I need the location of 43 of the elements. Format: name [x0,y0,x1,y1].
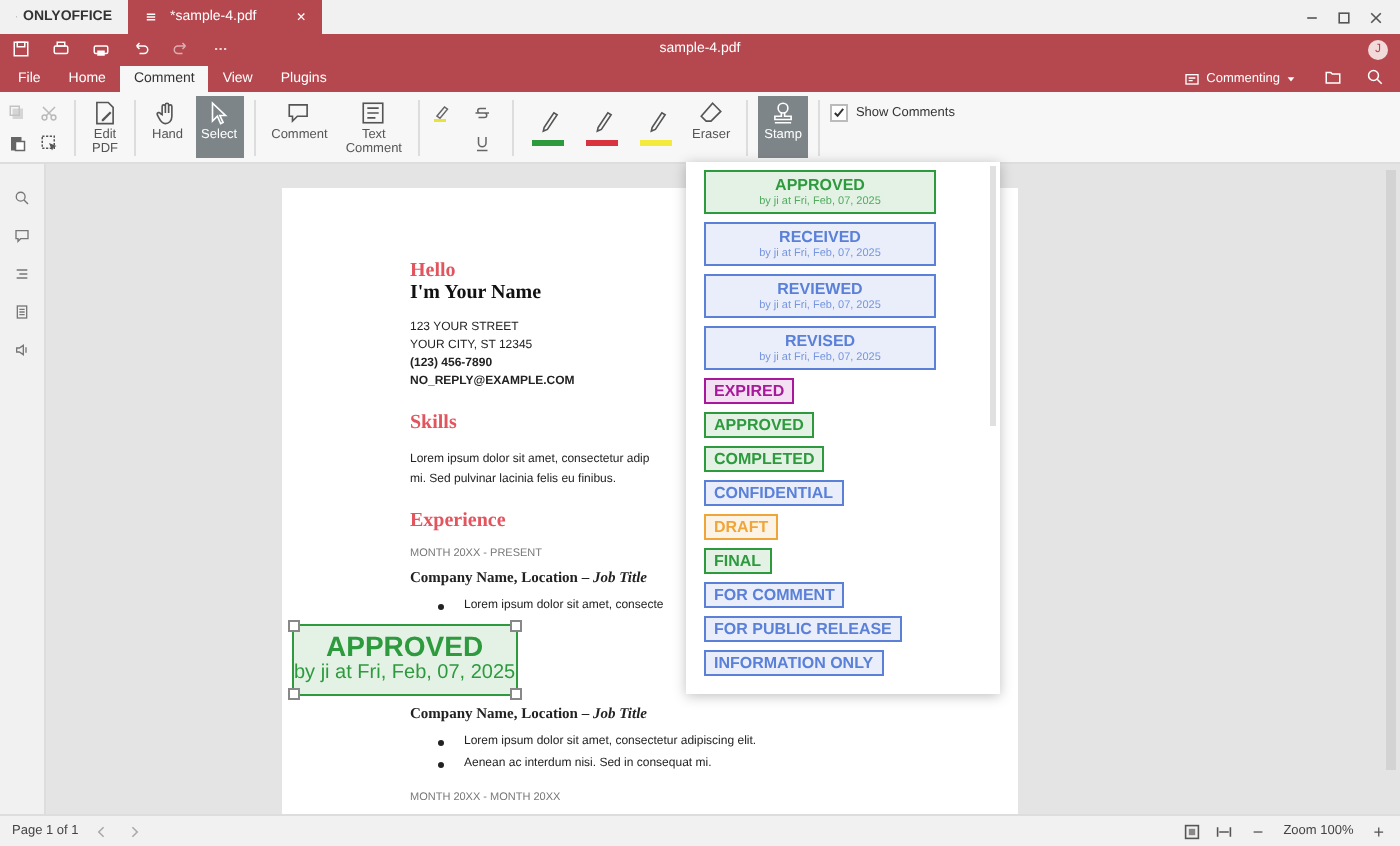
close-icon[interactable] [1368,9,1384,25]
search-icon[interactable] [14,190,30,206]
stamp-option[interactable]: FOR PUBLIC RELEASE [704,616,902,642]
fit-width-icon[interactable] [1216,823,1233,839]
approved-stamp[interactable]: APPROVED by ji at Fri, Feb, 07, 2025 [292,624,518,696]
stamp-icon [770,100,797,126]
zoom-in-button[interactable]: + [1369,821,1388,841]
stamp-option[interactable]: CONFIDENTIAL [704,480,844,506]
caret-icon [1286,74,1296,84]
show-comments-checkbox[interactable] [829,104,848,122]
close-tab-button[interactable]: × [296,8,306,26]
stamp-option[interactable]: APPROVED [704,412,814,438]
name-heading: I'm Your Name [410,282,542,304]
stamp-option[interactable]: COMPLETED [704,446,825,472]
navigation-icon[interactable] [14,266,30,282]
section-heading: Experience [410,510,506,532]
undo-icon[interactable] [132,40,150,58]
section-heading: Skills [410,412,457,434]
zoom-out-button[interactable]: − [1248,821,1268,841]
comments-icon[interactable] [14,228,30,244]
stamp-option[interactable]: INFORMATION ONLY [704,650,884,676]
maximize-icon[interactable] [1336,9,1352,25]
select-all-icon[interactable] [40,133,58,151]
comment-icon [286,100,313,126]
comment-icon [1184,71,1201,87]
folder-icon[interactable] [1324,68,1342,86]
quick-print-icon[interactable] [92,40,110,58]
speaker-icon[interactable] [14,342,30,358]
eraser-icon [698,100,725,126]
paste-icon[interactable] [8,133,26,151]
save-icon[interactable] [12,40,30,58]
edit-document-icon [92,100,118,126]
stamp-option[interactable]: FINAL [704,548,772,574]
text-comment-icon [360,100,387,126]
thumbnails-icon[interactable] [14,304,30,320]
cursor-icon [206,100,233,126]
greeting-heading: Hello [410,260,456,282]
search-icon[interactable] [1366,68,1384,86]
stamp-option[interactable]: EXPIRED [704,378,795,404]
redo-icon[interactable] [172,40,190,58]
fit-page-icon[interactable] [1184,823,1201,839]
print-icon[interactable] [52,40,70,58]
stamp-option[interactable]: FOR COMMENT [704,582,845,608]
